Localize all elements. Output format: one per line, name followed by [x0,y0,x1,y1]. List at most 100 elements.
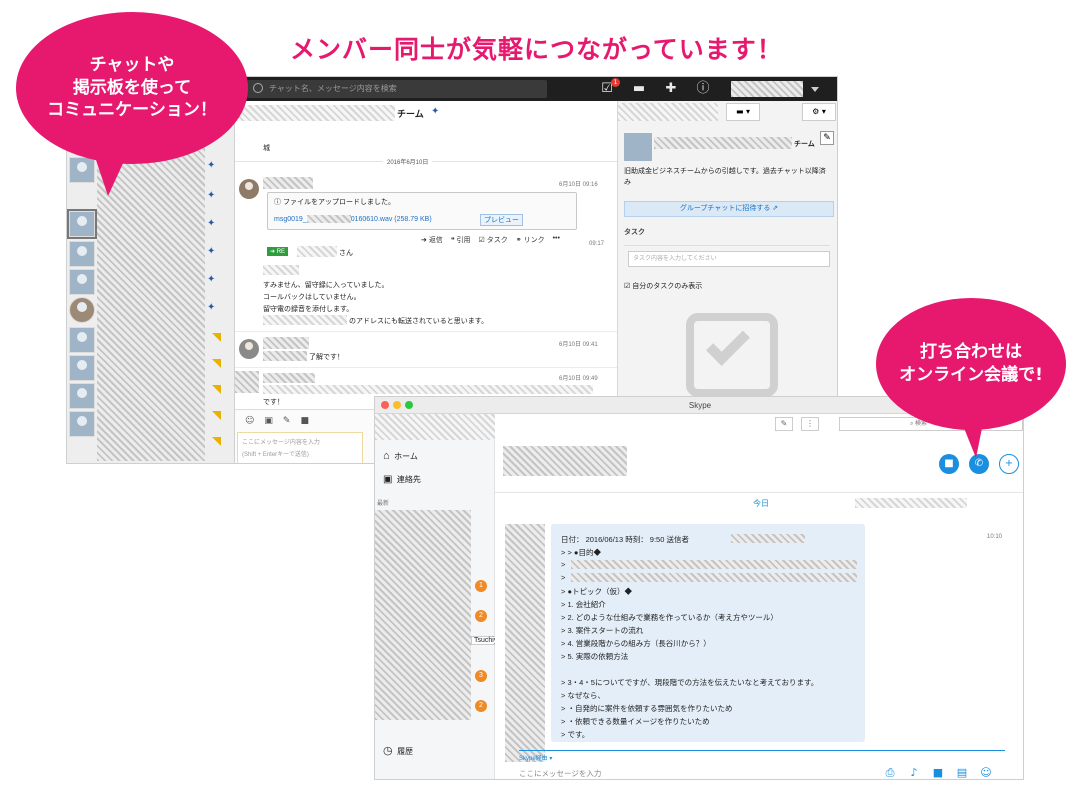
message-line: > 5. 実際の依頼方法 [561,652,629,661]
message-line: > ●トピック（仮）◆ [561,587,632,596]
pin-icon[interactable]: ✦ [207,303,217,313]
message-time: 6月10日 09:41 [559,342,598,348]
room-avatar[interactable] [69,269,95,295]
recent-conversations-redacted[interactable] [375,510,471,720]
task-icon[interactable]: ☑ 1 [599,78,620,97]
video-call-button[interactable]: ■ [939,454,959,474]
nav-home[interactable]: ⌂ ホーム [383,450,418,462]
close-window-button[interactable] [381,401,389,409]
my-tasks-checkbox[interactable]: ☑ 自分のタスクのみ表示 [624,281,702,291]
preview-button[interactable]: プレビュー [480,214,523,226]
skype-window: Skype ⌂ ホーム ▣ 連絡先 最新 1 2 3 2 Tsuchiya ◷ … [374,396,1024,780]
nav-history[interactable]: ◷ 履歴 [383,744,413,757]
message-line: > [561,573,566,582]
dialpad-icon[interactable]: ⋮ [801,417,819,431]
more-action[interactable]: ••• [553,235,560,245]
task-input[interactable]: タスク内容を入力してください [628,251,830,267]
callout-bubble-meeting: 打ち合わせは オンライン会議で! [876,298,1066,430]
folder-dropdown[interactable]: ▬ ▾ [726,103,760,121]
room-avatar-selected[interactable] [67,209,97,239]
pin-icon[interactable]: ✦ [207,161,217,171]
room-avatar[interactable] [69,411,95,437]
reply-action[interactable]: ➜ 返信 [421,235,443,245]
room-avatar[interactable] [69,241,95,267]
contact-card-icon[interactable]: ▤ [955,766,969,779]
quote-action[interactable]: ❝ 引用 [451,235,471,245]
unread-badge: 3 [475,670,487,682]
folder-icon[interactable]: ▬ [631,81,647,97]
attach-icon[interactable]: ✎ [283,416,291,426]
pin-icon[interactable]: ✦ [207,219,217,229]
message-input[interactable]: ここにメッセージ内容を入力 (Shift + Enterキーで送信) [237,432,363,463]
room-avatar[interactable] [69,383,95,409]
message-text: 了解です！ [309,354,344,361]
task-action[interactable]: ☑ タスク [479,235,508,245]
message-line: > 2. どのような仕組みで業務を作っているか（考え方やツール） [561,613,778,622]
skype-message-input[interactable]: ここにメッセージを入力 [519,768,601,779]
unread-corner-icon [212,385,221,394]
chatwork-search-input[interactable]: チャット名、メッセージ内容を検索 [247,80,547,98]
window-title: Skype [688,401,712,410]
unread-corner-icon [212,359,221,368]
room-avatar[interactable] [69,355,95,381]
home-icon: ⌂ [383,450,390,462]
room-avatar[interactable] [69,297,95,323]
message-line: > ・自発的に案件を依頼する雰囲気を作りたいため [561,704,733,713]
caret-down-icon[interactable] [811,87,819,92]
compose-divider [519,750,1005,751]
link-action[interactable]: ⚭ リンク [516,235,545,245]
message-time: 6月10日 09:16 [559,182,598,188]
skype-conversation: ✎ ⋮ ⌕ 検索 ■ ✆ + 今日 10:10 日付： 2016/06/13 時… [495,414,1023,779]
skype-sidebar: ⌂ ホーム ▣ 連絡先 最新 1 2 3 2 Tsuchiya ◷ 履歴 [375,414,505,779]
compose-label[interactable]: Skype経由 ▾ [519,753,552,762]
input-hint: (Shift + Enterキーで送信) [242,452,309,458]
user-name-redacted[interactable] [731,81,803,97]
message-line: > ・依頼できる数量イメージを作りたいため [561,717,710,726]
pin-icon[interactable]: ✦ [207,191,217,201]
profile-redacted [375,414,495,440]
message-text: 城 [263,145,270,152]
settings-dropdown[interactable]: ⚙ ▾ [802,103,836,121]
edit-icon[interactable]: ✎ [820,131,834,145]
info-icon[interactable]: ⓘ [695,81,711,97]
file-icon[interactable]: ⎙ [883,766,897,779]
sender-name-redacted [263,177,313,189]
unread-badge: 2 [475,610,487,622]
invite-button[interactable]: グループチャットに招待する ⇗ [624,201,834,217]
video-message-icon[interactable]: ■ [931,766,945,779]
avatar[interactable] [239,179,259,199]
emoji-icon[interactable]: ☺ [245,416,254,426]
minimize-window-button[interactable] [393,401,401,409]
avatar-redacted [235,371,259,393]
message-line: > [561,560,566,569]
to-icon[interactable]: ▣ [264,416,273,426]
video-icon[interactable]: ■ [300,416,309,426]
greeting-redacted [263,265,299,275]
addressee-suffix: さん [339,250,353,257]
headline: メンバー同士が気軽につながっています！ [290,35,783,64]
message-line: > 3. 案件スタートの流れ [561,626,644,635]
compose-icon[interactable]: ✎ [775,417,793,431]
message-time: 6月10日 09:49 [559,376,598,382]
room-avatar[interactable] [69,327,95,353]
microphone-icon[interactable]: ♪ [907,766,921,779]
zoom-window-button[interactable] [405,401,413,409]
addressee-redacted [297,246,337,257]
mention-redacted [263,351,307,361]
avatar[interactable] [239,339,259,359]
room-title: チーム [397,109,424,119]
compose-toolbar: ☺ ▣ ✎ ■ [245,416,309,426]
pin-icon[interactable]: ✦ [431,106,439,117]
date-divider: 2016年6月10日 [383,157,433,166]
callout-tail [960,418,984,458]
input-placeholder: ここにメッセージ内容を入力 [242,440,320,446]
emoji-icon[interactable]: ☺ [979,766,993,779]
add-participant-button[interactable]: + [999,454,1019,474]
add-contact-icon[interactable]: ✚ [663,81,679,97]
pin-icon[interactable]: ✦ [207,247,217,257]
pin-icon[interactable]: ✦ [207,275,217,285]
day-divider: 今日 [753,499,769,508]
file-link[interactable]: msg0019_ 0160610.wav (258.79 KB) [274,215,432,223]
nav-contacts[interactable]: ▣ 連絡先 [383,474,421,485]
purpose-redacted [571,573,857,582]
